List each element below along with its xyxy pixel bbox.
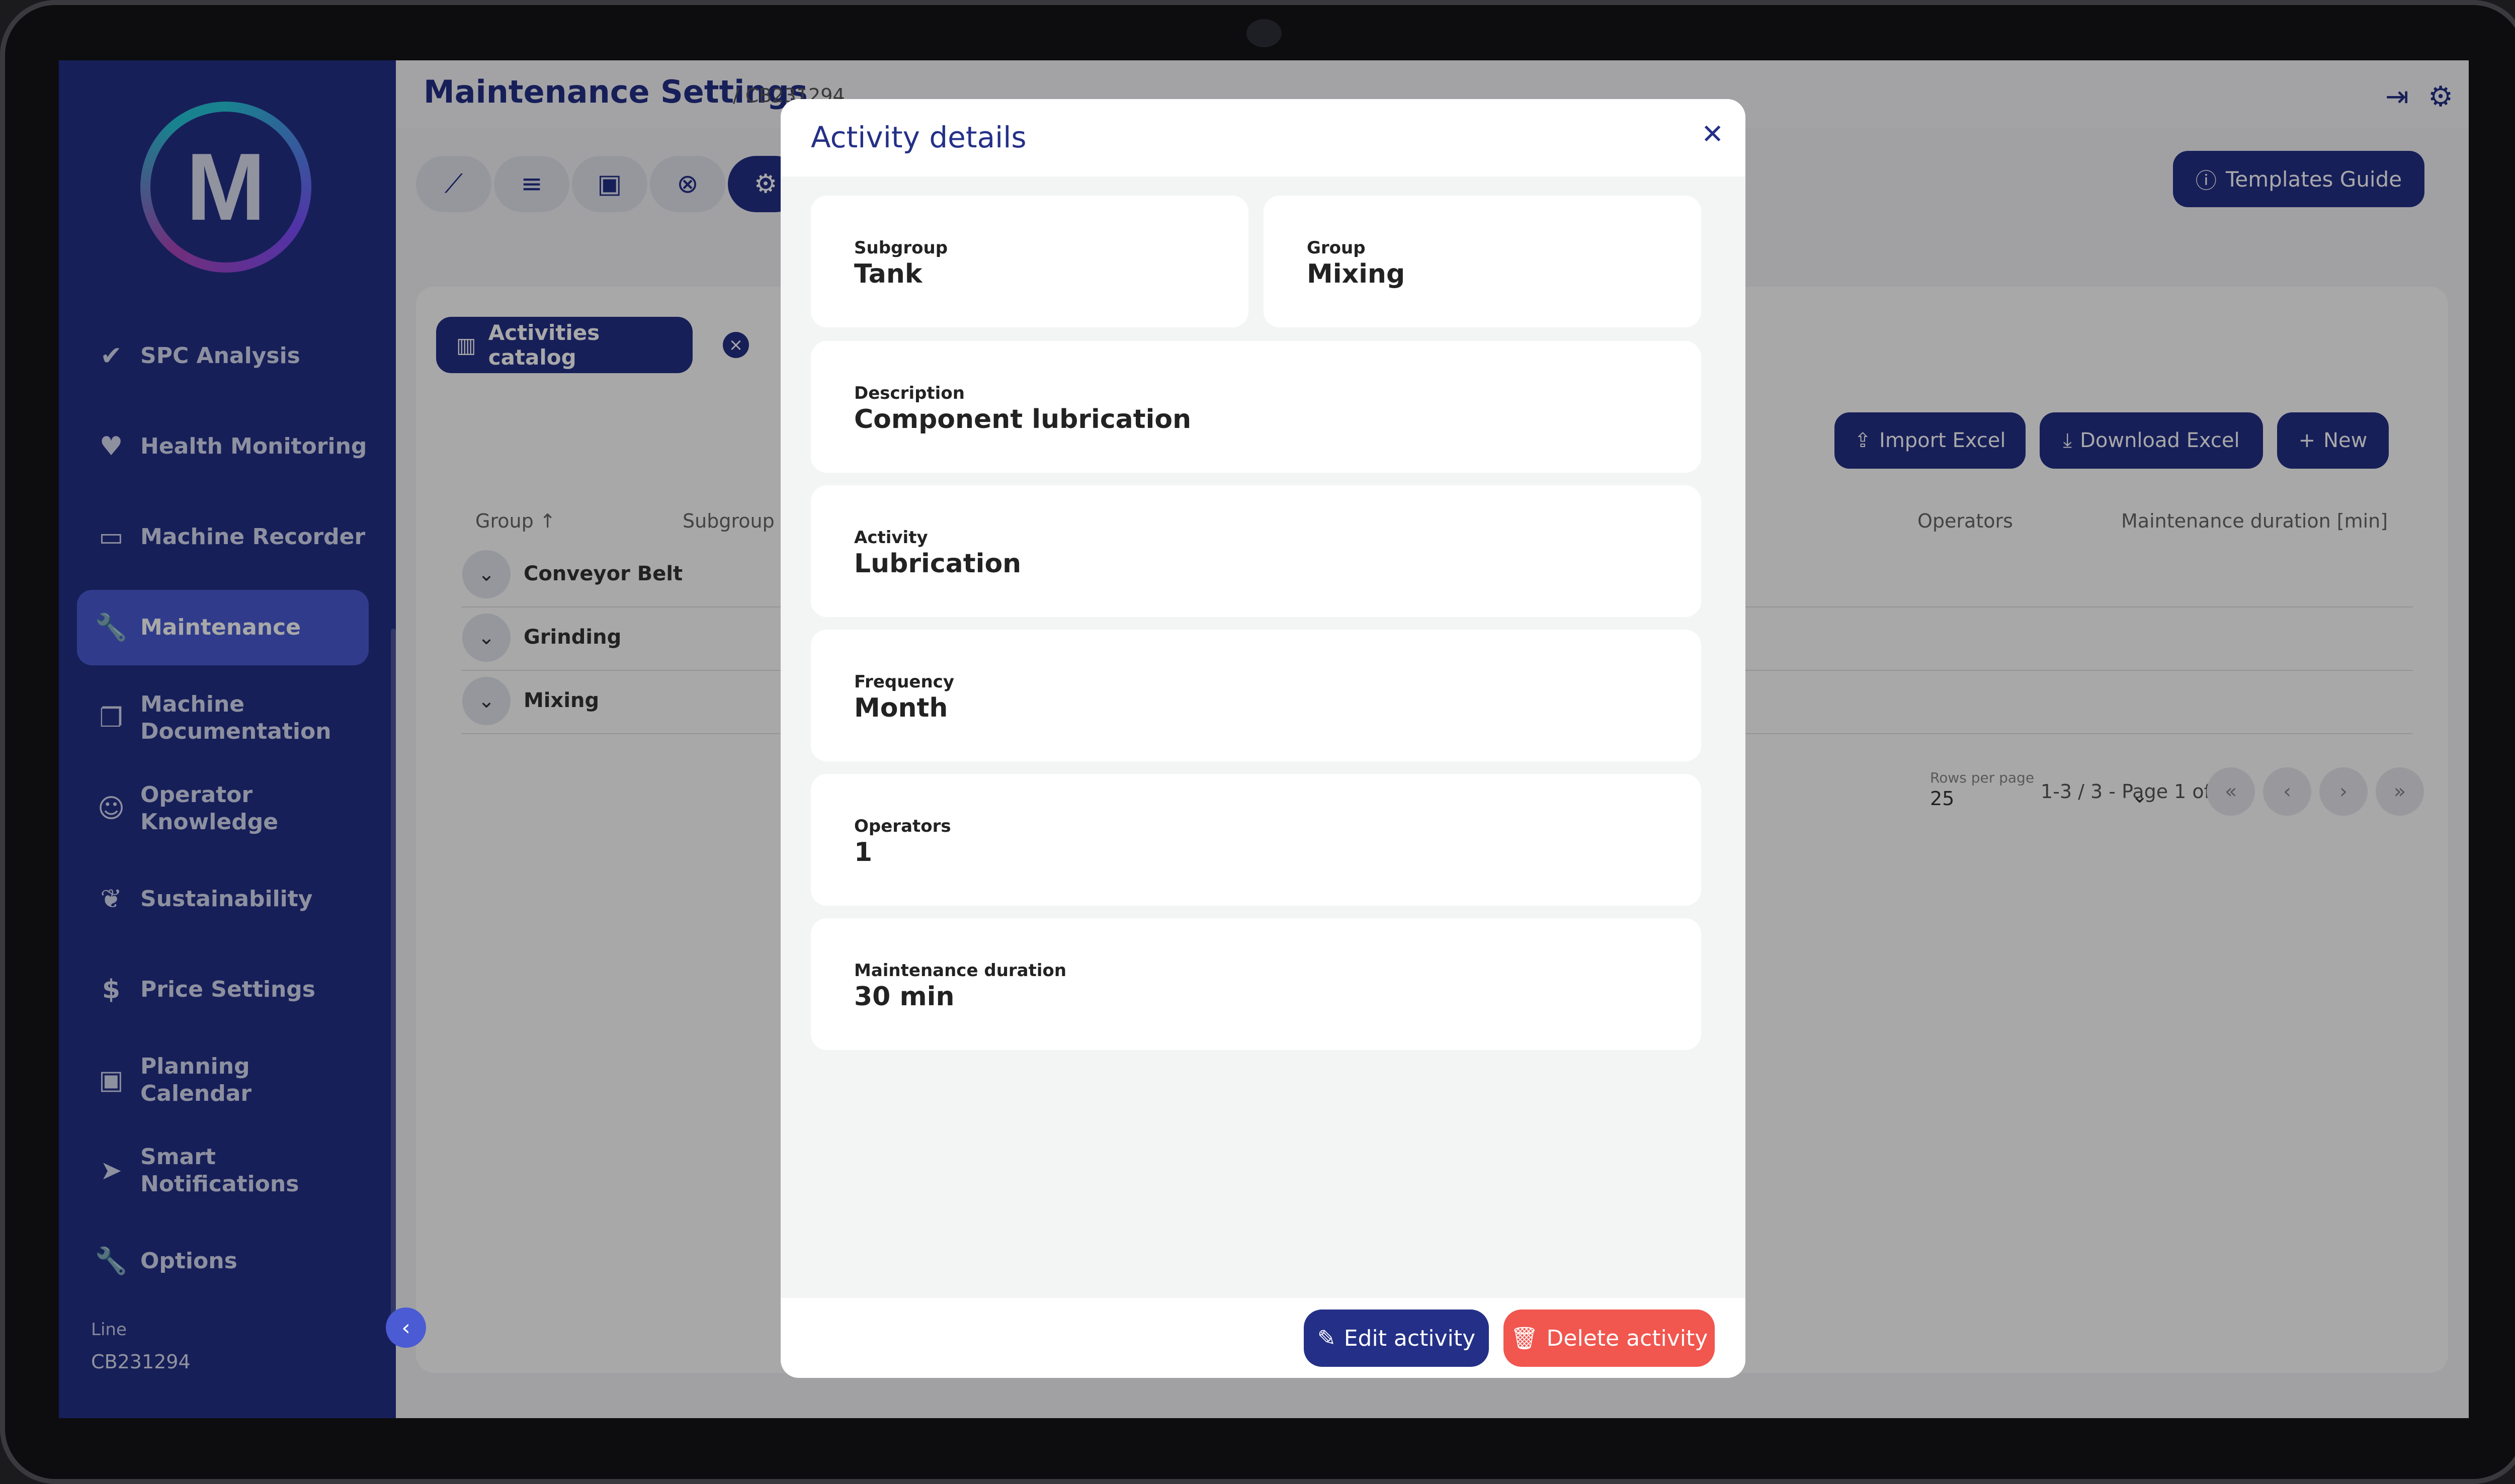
field-label: Activity [854,528,928,548]
operators-field: Operators 1 [811,774,1701,906]
dialog-header: Activity details ✕ [781,99,1745,177]
camera [1246,19,1282,47]
field-value: 1 [854,837,873,867]
field-value: Lubrication [854,549,1022,579]
dialog-title: Activity details [811,120,1027,154]
field-label: Frequency [854,672,955,692]
device-frame: M ✔ SPC Analysis ♥ Health Monitoring ▭ M… [0,0,2515,1484]
field-value: Component lubrication [854,404,1192,434]
field-value: Month [854,693,948,723]
delete-activity-button[interactable]: 🗑 Delete activity [1503,1310,1715,1367]
field-label: Description [854,383,965,403]
edit-activity-label: Edit activity [1344,1325,1476,1351]
close-icon[interactable]: ✕ [1701,118,1724,150]
collapse-sidebar-button[interactable]: ‹ [386,1307,426,1348]
field-label: Group [1307,238,1366,258]
field-value: Mixing [1307,259,1405,289]
edit-activity-button[interactable]: ✎ Edit activity [1304,1310,1489,1367]
field-value: Tank [854,259,923,289]
activity-details-dialog: Activity details ✕ Subgroup Tank Group M… [781,99,1745,1378]
screen: M ✔ SPC Analysis ♥ Health Monitoring ▭ M… [59,60,2469,1418]
maintenance-duration-field: Maintenance duration 30 min [811,918,1701,1050]
delete-activity-label: Delete activity [1546,1325,1708,1351]
subgroup-field: Subgroup Tank [811,196,1248,327]
pencil-icon: ✎ [1317,1325,1336,1351]
activity-field: Activity Lubrication [811,485,1701,617]
frequency-field: Frequency Month [811,630,1701,761]
chevron-left-icon: ‹ [401,1315,410,1341]
field-label: Subgroup [854,238,948,258]
trash-icon: 🗑 [1510,1326,1539,1351]
group-field: Group Mixing [1264,196,1701,327]
field-label: Maintenance duration [854,961,1067,981]
description-field: Description Component lubrication [811,341,1701,473]
field-label: Operators [854,816,951,836]
field-value: 30 min [854,982,955,1012]
